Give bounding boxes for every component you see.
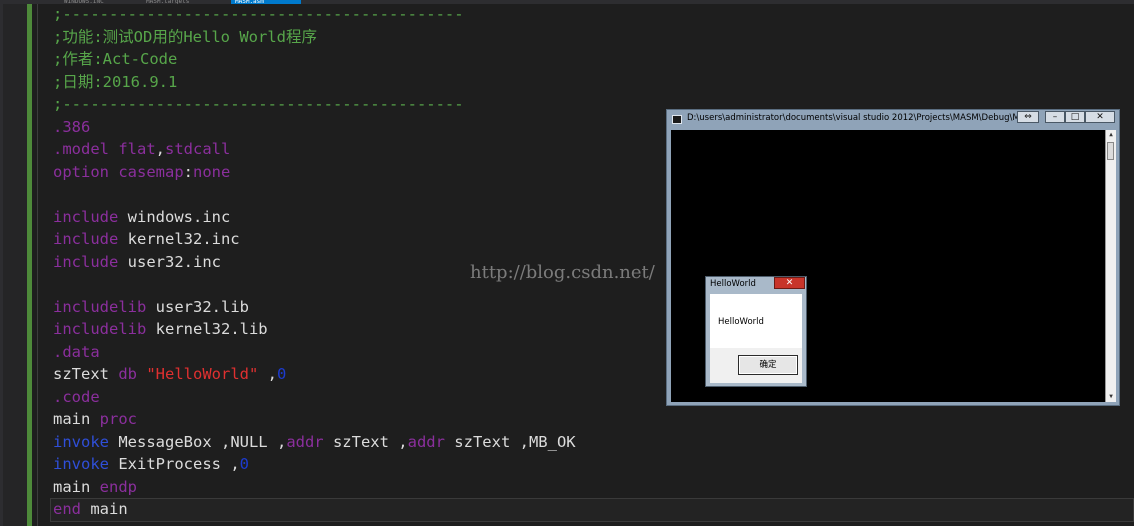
code-token: ;---------------------------------------… xyxy=(53,5,464,23)
scroll-up-icon[interactable]: ▲ xyxy=(1106,130,1116,140)
message-box-title: HelloWorld xyxy=(710,279,756,289)
code-line[interactable]: includelib user32.lib xyxy=(53,296,249,319)
minimize-button[interactable]: – xyxy=(1045,111,1065,123)
resize-button[interactable]: ⇔ xyxy=(1017,111,1039,123)
code-line[interactable]: .386 xyxy=(53,116,90,139)
message-box[interactable]: HelloWorld ✕ HelloWorld 确定 xyxy=(705,276,807,387)
code-token: .model flat xyxy=(53,140,156,158)
ok-button[interactable]: 确定 xyxy=(738,355,798,375)
code-token: proc xyxy=(99,410,137,428)
code-token: szText ,MB_OK xyxy=(444,432,576,451)
code-line[interactable]: main proc xyxy=(53,408,137,431)
message-box-close-button[interactable]: ✕ xyxy=(774,277,805,289)
editor-gutter[interactable] xyxy=(3,4,27,526)
code-token: includelib xyxy=(53,297,147,316)
code-token: 0 xyxy=(277,365,287,383)
code-token: include xyxy=(53,230,119,248)
code-token: MessageBox ,NULL , xyxy=(109,432,287,451)
console-app-icon[interactable] xyxy=(672,115,682,124)
console-scrollbar[interactable]: ▲ ▼ xyxy=(1105,130,1116,402)
code-line[interactable]: include windows.inc xyxy=(53,206,230,229)
console-title: D:\users\administrator\documents\visual … xyxy=(687,113,1032,123)
code-token: , xyxy=(155,140,165,158)
code-token: : xyxy=(183,162,193,181)
code-token: addr xyxy=(407,432,445,451)
code-token: invoke xyxy=(53,455,109,473)
code-token: user32.lib xyxy=(146,297,249,316)
code-line[interactable]: ;---------------------------------------… xyxy=(53,93,464,116)
code-token: szText , xyxy=(323,432,408,451)
scroll-thumb[interactable] xyxy=(1107,142,1114,160)
code-token: addr xyxy=(286,432,324,451)
code-token: include xyxy=(53,207,119,226)
code-token: db xyxy=(118,365,137,383)
code-token: ;日期:2016.9.1 xyxy=(53,72,178,91)
code-token: .data xyxy=(53,342,100,361)
code-line[interactable]: invoke ExitProcess ,0 xyxy=(53,453,249,476)
code-token: end xyxy=(53,500,81,518)
code-token: includelib xyxy=(53,320,147,338)
outline-guide xyxy=(37,4,38,526)
code-token: 0 xyxy=(239,455,249,473)
code-token: user32.inc xyxy=(118,252,221,271)
code-line[interactable]: main endp xyxy=(53,476,137,499)
code-token: option casemap xyxy=(53,162,184,181)
code-token: kernel32.inc xyxy=(118,230,240,248)
code-line[interactable]: option casemap:none xyxy=(53,161,230,184)
code-token: invoke xyxy=(53,432,109,451)
message-box-content: HelloWorld xyxy=(710,294,802,348)
message-box-body: HelloWorld 确定 xyxy=(710,294,802,383)
code-token: windows.inc xyxy=(118,207,231,226)
code-token: main xyxy=(53,410,100,428)
code-token: szText xyxy=(53,365,119,383)
code-line[interactable]: includelib kernel32.lib xyxy=(53,318,268,341)
code-token: ;作者:Act-Code xyxy=(53,50,178,68)
code-line[interactable]: .data xyxy=(53,341,100,364)
code-token: ;功能:测试OD用的Hello World程序 xyxy=(53,27,317,46)
code-token: .code xyxy=(53,387,100,406)
console-titlebar[interactable]: D:\users\administrator\documents\visual … xyxy=(667,110,1119,130)
code-line[interactable]: ;---------------------------------------… xyxy=(53,3,464,26)
maximize-button[interactable]: □ xyxy=(1065,111,1085,123)
code-token: ;---------------------------------------… xyxy=(53,95,464,113)
code-line[interactable]: ;日期:2016.9.1 xyxy=(53,71,177,94)
code-token: ExitProcess , xyxy=(109,455,240,473)
code-token: main xyxy=(53,477,100,496)
code-line[interactable]: ;作者:Act-Code xyxy=(53,48,177,71)
change-tracking-bar xyxy=(27,4,32,526)
close-button[interactable]: ✕ xyxy=(1085,111,1115,123)
code-token: "HelloWorld" xyxy=(146,365,259,383)
code-line[interactable]: end main xyxy=(53,498,128,521)
current-line-highlight xyxy=(50,498,1134,522)
code-token: kernel32.lib xyxy=(146,320,268,338)
code-token: .386 xyxy=(53,117,91,136)
code-line[interactable]: szText db "HelloWorld" ,0 xyxy=(53,363,286,386)
code-token: include xyxy=(53,252,119,271)
scroll-down-icon[interactable]: ▼ xyxy=(1106,392,1116,402)
code-line[interactable]: .code xyxy=(53,386,100,409)
message-box-text: HelloWorld xyxy=(718,317,764,327)
code-token: none xyxy=(193,162,231,181)
code-line[interactable]: include kernel32.inc xyxy=(53,228,240,251)
code-token: main xyxy=(81,500,128,518)
code-line[interactable]: ;功能:测试OD用的Hello World程序 xyxy=(53,26,317,49)
watermark: http://blog.csdn.net/ xyxy=(470,262,655,283)
code-line[interactable]: .model flat,stdcall xyxy=(53,138,230,161)
code-line[interactable]: invoke MessageBox ,NULL ,addr szText ,ad… xyxy=(53,431,576,454)
code-token: endp xyxy=(99,477,137,496)
code-line[interactable]: include user32.inc xyxy=(53,251,221,274)
code-token: , xyxy=(258,365,277,383)
code-token: stdcall xyxy=(165,140,231,158)
